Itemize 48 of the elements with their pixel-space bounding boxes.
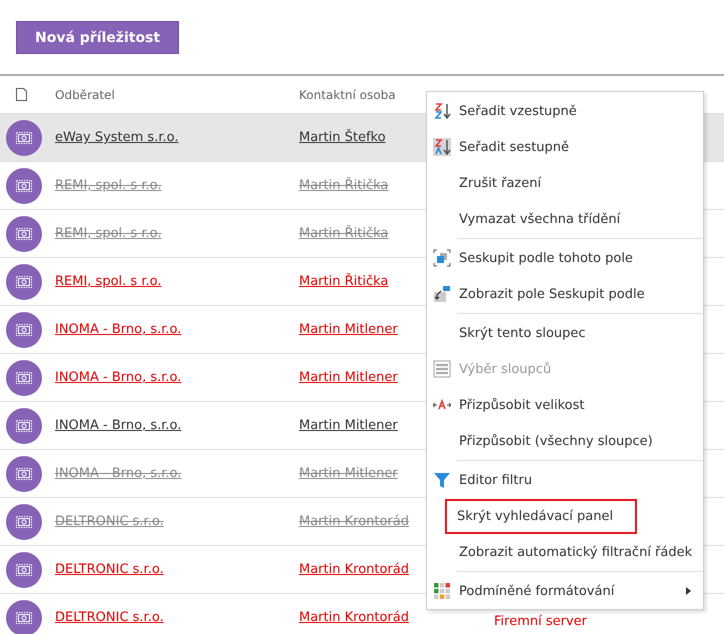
contact-link[interactable]: Martin Štefko xyxy=(299,130,386,145)
contact-link[interactable]: Martin Krontorád xyxy=(299,562,409,577)
group-icon xyxy=(433,249,451,267)
sort-ascending-icon xyxy=(433,102,451,120)
menu-item[interactable]: Seřadit sestupně xyxy=(427,129,703,165)
customer-link[interactable]: REMI, spol. s r.o. xyxy=(55,274,162,289)
money-icon xyxy=(16,132,32,144)
contact-link[interactable]: Martin Řitička xyxy=(299,226,388,241)
conditional-format-icon xyxy=(433,582,451,600)
table-cell-text: Firemní server xyxy=(494,614,588,629)
customer-link[interactable]: DELTRONIC s.r.o. xyxy=(55,610,164,625)
columns-icon xyxy=(433,360,451,378)
customer-link[interactable]: DELTRONIC s.r.o. xyxy=(55,562,164,577)
filter-icon xyxy=(433,471,451,489)
customer-link[interactable]: INOMA - Brno, s.r.o. xyxy=(55,466,182,481)
contact-link[interactable]: Martin Mitlener xyxy=(299,322,398,337)
money-icon xyxy=(16,516,32,528)
contact-link[interactable]: Martin Řitička xyxy=(299,274,388,289)
customer-link[interactable]: REMI, spol. s r.o. xyxy=(55,226,162,241)
menu-item[interactable]: Editor filtru xyxy=(427,462,703,498)
customer-link[interactable]: DELTRONIC s.r.o. xyxy=(55,514,164,529)
money-icon xyxy=(16,420,32,432)
contact-link[interactable]: Martin Krontorád xyxy=(299,610,409,625)
money-icon xyxy=(16,228,32,240)
group-panel-icon xyxy=(433,285,451,303)
customer-link[interactable]: REMI, spol. s r.o. xyxy=(55,178,162,193)
contact-link[interactable]: Martin Mitlener xyxy=(299,418,398,433)
money-icon xyxy=(16,564,32,576)
contact-link[interactable]: Martin Mitlener xyxy=(299,370,398,385)
contact-link[interactable]: Martin Řitička xyxy=(299,178,388,193)
money-icon xyxy=(16,324,32,336)
customer-link[interactable]: INOMA - Brno, s.r.o. xyxy=(55,418,182,433)
customer-link[interactable]: INOMA - Brno, s.r.o. xyxy=(55,322,182,337)
menu-item[interactable]: Zrušit řazení xyxy=(427,165,703,201)
money-icon xyxy=(16,180,32,192)
new-opportunity-button[interactable]: Nová příležitost xyxy=(16,21,180,54)
column-header[interactable]: Odběratel xyxy=(55,88,299,102)
document-icon xyxy=(16,88,27,101)
money-icon xyxy=(16,372,32,384)
customer-link[interactable]: INOMA - Brno, s.r.o. xyxy=(55,370,182,385)
sort-descending-icon xyxy=(433,138,451,156)
menu-item[interactable]: Skrýt tento sloupec xyxy=(427,315,703,351)
customer-link[interactable]: eWay System s.r.o. xyxy=(55,130,178,145)
contact-link[interactable]: Martin Krontorád xyxy=(299,514,409,529)
money-icon xyxy=(16,612,32,624)
money-icon xyxy=(16,468,32,480)
money-icon xyxy=(16,276,32,288)
contact-link[interactable]: Martin Mitlener xyxy=(299,466,398,481)
